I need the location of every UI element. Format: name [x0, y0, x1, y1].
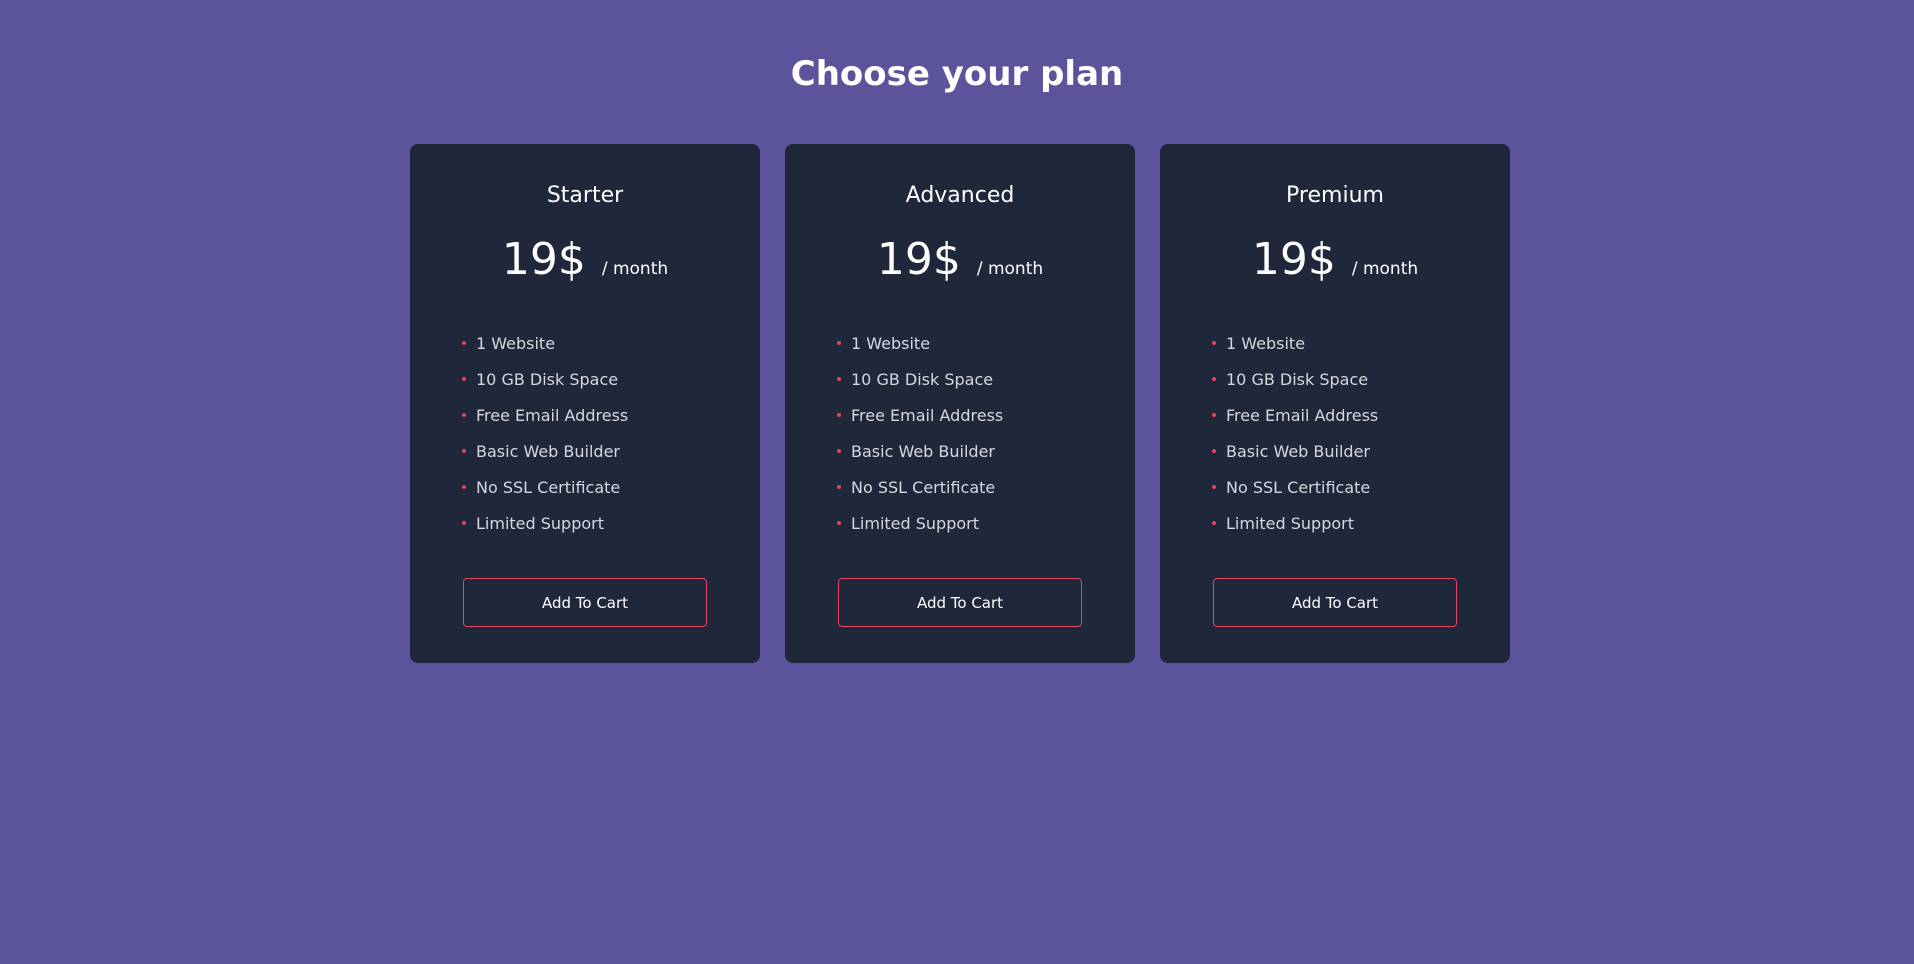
- feature-label: 1 Website: [851, 333, 931, 353]
- feature-label: Limited Support: [851, 513, 979, 533]
- bullet-icon: [1212, 413, 1216, 417]
- bullet-icon: [462, 413, 466, 417]
- feature-label: Free Email Address: [851, 405, 1004, 425]
- feature-label: Basic Web Builder: [476, 441, 620, 461]
- feature-label: Limited Support: [1226, 513, 1354, 533]
- price-row: 19$ / month: [410, 232, 760, 288]
- feature-item: Basic Web Builder: [462, 433, 628, 469]
- price-amount: 19$: [876, 234, 961, 285]
- feature-item: 1 Website: [462, 325, 628, 361]
- bullet-icon: [837, 521, 841, 525]
- bullet-icon: [1212, 341, 1216, 345]
- bullet-icon: [1212, 377, 1216, 381]
- feature-label: 1 Website: [476, 333, 556, 353]
- feature-label: No SSL Certificate: [476, 477, 621, 497]
- add-to-cart-button-advanced[interactable]: Add To Cart: [838, 578, 1082, 627]
- feature-item: Limited Support: [1212, 505, 1378, 541]
- feature-list: 1 Website 10 GB Disk Space Free Email Ad…: [1212, 325, 1378, 541]
- bullet-icon: [837, 341, 841, 345]
- price-period: / month: [1351, 259, 1419, 279]
- bullet-icon: [462, 485, 466, 489]
- feature-item: Free Email Address: [462, 397, 628, 433]
- plan-card-advanced: Advanced 19$ / month 1 Website 10 GB Dis…: [785, 144, 1135, 663]
- feature-label: No SSL Certificate: [851, 477, 996, 497]
- feature-label: No SSL Certificate: [1226, 477, 1371, 497]
- feature-list: 1 Website 10 GB Disk Space Free Email Ad…: [462, 325, 628, 541]
- feature-label: 1 Website: [1226, 333, 1306, 353]
- feature-label: Basic Web Builder: [851, 441, 995, 461]
- plan-card-starter: Starter 19$ / month 1 Website 10 GB Disk…: [410, 144, 760, 663]
- feature-item: 10 GB Disk Space: [462, 361, 628, 397]
- feature-item: No SSL Certificate: [462, 469, 628, 505]
- plan-name: Starter: [546, 183, 624, 208]
- feature-item: No SSL Certificate: [837, 469, 1003, 505]
- feature-list: 1 Website 10 GB Disk Space Free Email Ad…: [837, 325, 1003, 541]
- price-row: 19$ / month: [785, 232, 1135, 288]
- plan-name: Advanced: [905, 183, 1015, 208]
- feature-item: 10 GB Disk Space: [837, 361, 1003, 397]
- feature-item: Limited Support: [837, 505, 1003, 541]
- bullet-icon: [837, 449, 841, 453]
- price-row: 19$ / month: [1160, 232, 1510, 288]
- add-to-cart-button-starter[interactable]: Add To Cart: [463, 578, 707, 627]
- add-to-cart-button-premium[interactable]: Add To Cart: [1213, 578, 1457, 627]
- bullet-icon: [1212, 485, 1216, 489]
- feature-label: 10 GB Disk Space: [1226, 369, 1369, 389]
- feature-item: Free Email Address: [837, 397, 1003, 433]
- feature-label: 10 GB Disk Space: [476, 369, 619, 389]
- feature-label: 10 GB Disk Space: [851, 369, 994, 389]
- feature-item: 1 Website: [837, 325, 1003, 361]
- feature-item: 1 Website: [1212, 325, 1378, 361]
- bullet-icon: [462, 377, 466, 381]
- feature-label: Free Email Address: [476, 405, 629, 425]
- feature-item: Limited Support: [462, 505, 628, 541]
- pricing-cards: Starter 19$ / month 1 Website 10 GB Disk…: [410, 144, 1510, 663]
- bullet-icon: [1212, 521, 1216, 525]
- feature-label: Limited Support: [476, 513, 604, 533]
- price-amount: 19$: [501, 234, 586, 285]
- bullet-icon: [837, 485, 841, 489]
- plan-card-premium: Premium 19$ / month 1 Website 10 GB Disk…: [1160, 144, 1510, 663]
- feature-item: Basic Web Builder: [837, 433, 1003, 469]
- bullet-icon: [837, 413, 841, 417]
- bullet-icon: [1212, 449, 1216, 453]
- bullet-icon: [462, 341, 466, 345]
- feature-item: Free Email Address: [1212, 397, 1378, 433]
- bullet-icon: [462, 449, 466, 453]
- feature-item: No SSL Certificate: [1212, 469, 1378, 505]
- feature-item: 10 GB Disk Space: [1212, 361, 1378, 397]
- price-period: / month: [601, 259, 669, 279]
- feature-label: Basic Web Builder: [1226, 441, 1370, 461]
- price-amount: 19$: [1251, 234, 1336, 285]
- page-title: Choose your plan: [790, 54, 1124, 94]
- feature-item: Basic Web Builder: [1212, 433, 1378, 469]
- price-period: / month: [976, 259, 1044, 279]
- bullet-icon: [837, 377, 841, 381]
- plan-name: Premium: [1286, 183, 1384, 208]
- feature-label: Free Email Address: [1226, 405, 1379, 425]
- bullet-icon: [462, 521, 466, 525]
